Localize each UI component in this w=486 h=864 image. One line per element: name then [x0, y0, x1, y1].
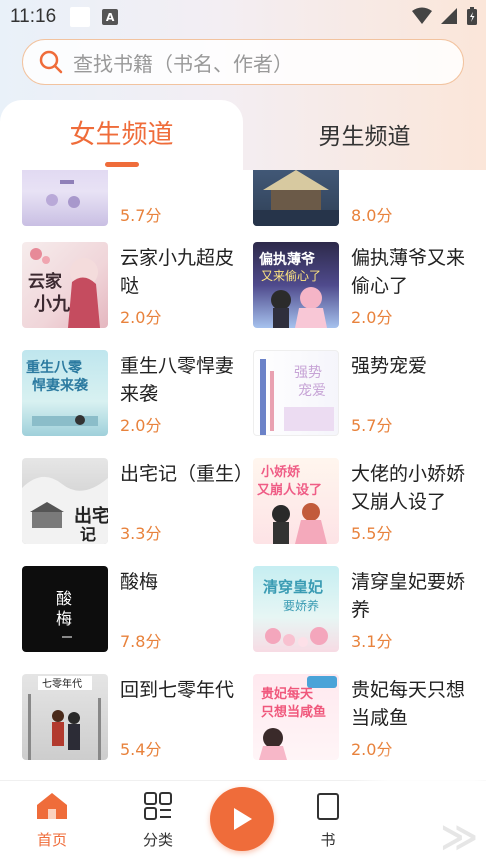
nav-home-label: 首页 [36, 831, 67, 849]
book-item[interactable]: 5.7分 [22, 170, 252, 232]
a-notification-icon: A [102, 9, 119, 25]
svg-text:七零年代: 七零年代 [42, 677, 82, 690]
book-item[interactable]: 偏执薄爷 又来偷心了 偏执薄爷又来偷心了 2.0分 [253, 242, 483, 334]
book-score: 2.0分 [351, 308, 393, 327]
svg-text:重生八零: 重生八零 [26, 359, 83, 376]
book-title: 清穿皇妃要娇养 [351, 571, 466, 621]
book-title: 偏执薄爷又来偷心了 [351, 247, 466, 297]
notification-icon [70, 7, 91, 27]
book-title: 酸梅 [120, 571, 159, 593]
book-item[interactable]: 云家 小九 云家小九超皮哒 2.0分 [22, 242, 252, 334]
svg-text:强势: 强势 [294, 365, 322, 381]
svg-text:又来偷心了: 又来偷心了 [261, 268, 321, 283]
book-cover: 重生八零 悍妻来袭 [22, 350, 108, 436]
svg-text:宠爱: 宠爱 [298, 383, 326, 399]
book-grid: 5.7分 8.0分 云家 小九 云家小九超皮哒 2.0分 偏执薄爷 又来偷心了 [0, 170, 486, 770]
channel-tabs: 女生频道 男生频道 [0, 100, 486, 180]
book-title: 出宅记（重生） [120, 463, 254, 485]
book-title: 重生八零悍妻来袭 [120, 355, 235, 405]
book-title: 大佬的小娇娇又崩人设了 [351, 463, 466, 513]
book-cover: 偏执薄爷 又来偷心了 [253, 242, 339, 328]
search-input[interactable]: 查找书籍（书名、作者） [22, 39, 464, 85]
book-cover: 贵妃每天 只想当咸鱼 [253, 674, 339, 760]
battery-icon [467, 7, 477, 25]
svg-text:要娇养: 要娇养 [283, 598, 319, 613]
book-cover: 酸 梅 [22, 566, 108, 652]
signal-icon [441, 8, 457, 24]
watermark-logo: ≫ [440, 817, 478, 858]
book-cover: 强势 宠爱 [253, 350, 339, 436]
book-title: 云家小九超皮哒 [120, 247, 235, 297]
book-cover: 云家 小九 [22, 242, 108, 328]
play-button[interactable] [210, 787, 274, 851]
book-score: 5.7分 [351, 416, 393, 435]
book-title: 回到七零年代 [120, 679, 235, 701]
book-cover: 出宅 记 [22, 458, 108, 544]
book-score: 5.7分 [120, 206, 162, 225]
svg-text:梅: 梅 [56, 609, 72, 628]
book-item[interactable]: 8.0分 [253, 170, 483, 232]
nav-category-label: 分类 [142, 831, 173, 849]
wifi-icon [412, 7, 432, 24]
svg-text:偏执薄爷: 偏执薄爷 [259, 251, 316, 268]
book-score: 5.4分 [120, 740, 162, 759]
svg-text:小娇娇: 小娇娇 [261, 464, 301, 480]
svg-text:云家: 云家 [28, 271, 62, 292]
tab-male-channel[interactable]: 男生频道 [243, 117, 486, 151]
svg-text:贵妃每天: 贵妃每天 [261, 686, 314, 702]
svg-text:记: 记 [80, 525, 96, 544]
book-score: 3.3分 [120, 524, 162, 543]
svg-text:只想当咸鱼: 只想当咸鱼 [261, 704, 326, 720]
book-item[interactable]: 出宅 记 出宅记（重生） 3.3分 [22, 458, 254, 550]
category-icon [144, 792, 172, 820]
book-item[interactable]: 强势 宠爱 强势宠爱 5.7分 [253, 350, 483, 442]
book-score: 5.5分 [351, 524, 393, 543]
svg-text:悍妻来袭: 悍妻来袭 [32, 377, 89, 394]
book-item[interactable]: 小娇娇 又崩人设了 大佬的小娇娇又崩人设了 5.5分 [253, 458, 483, 550]
book-score: 3.1分 [351, 632, 393, 651]
svg-text:小九: 小九 [34, 294, 70, 315]
svg-text:清穿皇妃: 清穿皇妃 [263, 578, 323, 596]
book-item[interactable]: 清穿皇妃 要娇养 清穿皇妃要娇养 3.1分 [253, 566, 483, 658]
svg-text:出宅: 出宅 [74, 505, 108, 527]
book-cover [253, 170, 339, 226]
book-item[interactable]: 酸 梅 酸梅 7.8分 [22, 566, 252, 658]
svg-text:酸: 酸 [56, 589, 72, 608]
search-placeholder: 查找书籍（书名、作者） [73, 51, 293, 76]
status-time: 11:16 [10, 6, 57, 27]
book-score: 2.0分 [120, 416, 162, 435]
home-icon [37, 793, 67, 819]
book-cover [22, 170, 108, 226]
book-cover: 清穿皇妃 要娇养 [253, 566, 339, 652]
book-score: 2.0分 [120, 308, 162, 327]
book-title: 强势宠爱 [351, 355, 428, 377]
book-item[interactable]: 重生八零 悍妻来袭 重生八零悍妻来袭 2.0分 [22, 350, 252, 442]
book-cover: 小娇娇 又崩人设了 [253, 458, 339, 544]
watermark: ≫ [348, 742, 486, 864]
book-cover: 七零年代 [22, 674, 108, 760]
book-score: 8.0分 [351, 206, 393, 225]
book-item[interactable]: 七零年代 回到七零年代 5.4分 [22, 674, 252, 766]
play-icon [234, 808, 252, 830]
book-score: 7.8分 [120, 632, 162, 651]
shelf-icon [317, 793, 339, 820]
nav-home[interactable]: 首页 [22, 791, 82, 850]
tab-indicator [105, 162, 139, 167]
status-bar: 11:16 A [0, 0, 486, 34]
svg-text:又崩人设了: 又崩人设了 [256, 482, 322, 498]
tab-female-channel[interactable]: 女生频道 [0, 114, 243, 151]
nav-category[interactable]: 分类 [128, 791, 188, 850]
book-title: 贵妃每天只想当咸鱼 [351, 679, 466, 729]
search-icon [39, 50, 63, 74]
